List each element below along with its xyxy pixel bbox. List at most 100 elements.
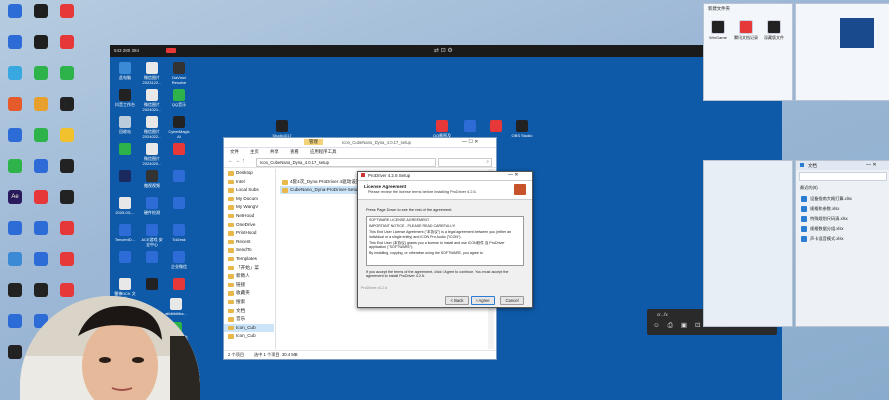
remote-desktop-icon[interactable]: 微信图片 2023122...	[140, 62, 164, 85]
documents-search-input[interactable]	[799, 172, 887, 181]
desktop-icon[interactable]	[2, 97, 28, 112]
documents-filter[interactable]: 最近的(8)	[800, 185, 818, 191]
desktop-icon[interactable]	[2, 4, 28, 19]
desktop-icon[interactable]	[2, 66, 28, 81]
nav-item[interactable]: 文档	[224, 307, 274, 316]
remote-desktop-icon[interactable]: Studio3/17	[270, 120, 294, 138]
remote-desktop-icon[interactable]: 抖音工作台	[113, 89, 137, 107]
remote-desktop-icon[interactable]	[140, 278, 164, 291]
setup-dialog[interactable]: ProDriver 4.2.6 Setup — ✕ License Agreem…	[357, 171, 533, 308]
nav-item[interactable]: 音乐	[224, 315, 274, 324]
desktop-icon[interactable]	[54, 97, 80, 112]
remote-desktop-icon[interactable]: 此电脑	[113, 62, 137, 80]
desktop-icon[interactable]	[28, 35, 54, 50]
nav-item[interactable]: Icon_Cub	[224, 323, 274, 333]
desktop-icon[interactable]	[28, 66, 54, 81]
document-item[interactable]: 特殊规划尺码清.xlsx	[796, 214, 889, 224]
remote-desktop-icon[interactable]: 回收站	[113, 116, 137, 134]
remote-desktop-icon[interactable]: CyberMagic AI	[167, 116, 191, 139]
nav-item[interactable]: SendTo	[224, 246, 274, 255]
search-input[interactable]: ⌕	[438, 158, 492, 167]
nav-item[interactable]: OneDrive	[224, 221, 274, 230]
address-bar[interactable]: Icon_CubeNano_Dyna_4.0.17_setup	[256, 158, 436, 167]
document-item[interactable]: 声卡混音模式.xlsx	[796, 234, 889, 244]
folder-window-top[interactable]: 新建文件夹 WinGame腾讯文档记录深藏版文件090909090relesch…	[703, 3, 885, 101]
folder-item[interactable]: 腾讯文档记录	[734, 20, 758, 40]
remote-desktop-icon[interactable]	[167, 197, 191, 210]
desktop-icon[interactable]	[2, 159, 28, 174]
desktop-icon[interactable]	[28, 283, 54, 298]
nav-item[interactable]: 新教人	[224, 272, 274, 281]
remote-desktop-icon[interactable]: DaVinci Resolve	[167, 62, 191, 85]
desktop-icon[interactable]	[54, 252, 80, 267]
desktop-icon[interactable]	[54, 283, 80, 298]
license-text-box[interactable]: SOFTWARE LICENSE AGREEMENT IMPORTANT NOTI…	[366, 216, 524, 266]
remote-desktop-icon[interactable]	[484, 120, 508, 133]
remote-desktop-icon[interactable]: OBS Studio	[510, 120, 534, 138]
remote-desktop-icon[interactable]	[167, 170, 191, 183]
ribbon-tab[interactable]: 共享	[270, 149, 279, 155]
tab-manage[interactable]: 管理	[304, 139, 323, 145]
remote-desktop-icon[interactable]: 2025-03-...	[113, 197, 137, 215]
nav-item[interactable]: Desktop	[224, 169, 274, 178]
desktop-icon[interactable]	[28, 4, 54, 19]
desktop-icon[interactable]	[54, 221, 80, 236]
remote-desktop-icon[interactable]	[167, 143, 191, 156]
ribbon-tab[interactable]: 查看	[290, 149, 299, 155]
nav-item[interactable]: Recent	[224, 238, 274, 247]
remote-desktop-icon[interactable]	[113, 170, 137, 183]
remote-desktop-icon[interactable]	[113, 143, 137, 156]
documents-panel[interactable]: 文档 — ✕ 最近的(8) 设备指南大概打算.xlsx 规格和参数.xlsx 特殊规…	[795, 160, 889, 327]
nav-item[interactable]: Templates	[224, 255, 274, 264]
document-item[interactable]: 设备指南大概打算.xlsx	[796, 194, 889, 204]
folder-item[interactable]: 深藏版文件	[762, 20, 786, 40]
ribbon-tab[interactable]: 主页	[250, 149, 259, 155]
remote-desktop-icon[interactable]: alibilibiliba...	[164, 298, 188, 316]
desktop-icon[interactable]	[2, 252, 28, 267]
folder-item[interactable]: WinGame	[706, 20, 730, 40]
back-button[interactable]: < Back	[445, 296, 469, 305]
nav-item[interactable]: NetHood	[224, 212, 274, 221]
remote-desktop-icon[interactable]: ACE游戏 安全中心	[140, 224, 164, 247]
nav-item[interactable]: My WangV	[224, 203, 274, 212]
desktop-icon[interactable]	[54, 66, 80, 81]
desktop-icon[interactable]	[2, 128, 28, 143]
nav-item[interactable]: 「开始」菜	[224, 264, 274, 273]
ribbon-tab[interactable]: 文件	[230, 149, 239, 155]
remote-desktop-icon[interactable]: TencentD...	[113, 224, 137, 242]
desktop-icon[interactable]	[28, 252, 54, 267]
desktop-icon[interactable]	[2, 35, 28, 50]
desktop-icon[interactable]	[28, 190, 54, 205]
nav-item[interactable]: Local Subs	[224, 186, 274, 195]
remote-desktop-icon[interactable]: 企业微信	[167, 251, 191, 269]
remote-desktop-icon[interactable]	[458, 120, 482, 133]
setup-window-controls[interactable]: — ✕	[508, 172, 519, 178]
desktop-icon[interactable]	[28, 128, 54, 143]
desktop-icon[interactable]	[2, 314, 28, 329]
nav-item[interactable]: My Docum	[224, 195, 274, 204]
ribbon-tab[interactable]: 应用程序工具	[310, 149, 336, 155]
desktop-icon[interactable]	[2, 221, 28, 236]
remote-desktop-icon[interactable]: 硬件检测	[140, 197, 164, 215]
remote-desktop-icon[interactable]: 微信图片 2024021...	[140, 89, 164, 112]
desktop-icon[interactable]: Ae	[2, 190, 28, 205]
cancel-button[interactable]: Cancel	[500, 296, 524, 305]
remote-desktop-icon[interactable]: 微信图片 2024020...	[140, 143, 164, 166]
desktop-icon[interactable]	[2, 283, 28, 298]
documents-window-controls[interactable]: — ✕	[866, 162, 877, 168]
nav-item[interactable]: 搜索	[224, 298, 274, 307]
nav-item[interactable]: PrintHood	[224, 229, 274, 238]
nav-item[interactable]: 链接	[224, 281, 274, 290]
desktop-icon[interactable]	[28, 97, 54, 112]
desktop-icon[interactable]	[54, 128, 80, 143]
document-item[interactable]: 规格数据分组.xlsx	[796, 224, 889, 234]
remote-desktop-icon[interactable]	[113, 251, 137, 264]
folder-window-top-2[interactable]	[795, 3, 889, 101]
remote-desktop-icon[interactable]	[167, 278, 191, 291]
back-forward-icons[interactable]: ← → ↑	[228, 158, 245, 164]
desktop-icon[interactable]	[54, 190, 80, 205]
desktop-icon[interactable]	[28, 159, 54, 174]
remote-desktop-icon[interactable]	[140, 251, 164, 264]
remote-desktop-icon[interactable]: 傲视视频	[140, 170, 164, 188]
desktop-icon[interactable]	[54, 4, 80, 19]
